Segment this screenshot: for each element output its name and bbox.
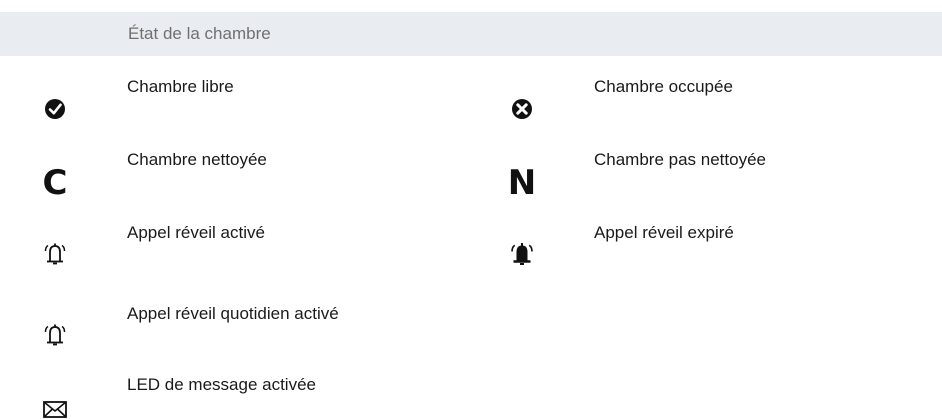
legend-label: LED de message activée [127,375,316,394]
check-circle-icon [35,77,75,121]
section-header: État de la chambre [0,12,942,56]
legend-item-room-cleaned: C Chambre nettoyée [35,150,395,203]
legend-item-room-not-cleaned: N Chambre pas nettoyée [502,150,862,203]
cross-circle-icon [502,77,542,121]
legend-item-room-occupied: Chambre occupée [502,77,862,121]
legend-item-room-free: Chambre libre [35,77,395,121]
letter-c-icon: C [42,163,68,203]
envelope-icon [35,375,75,419]
section-title: État de la chambre [128,24,271,43]
legend-label: Appel réveil quotidien activé [127,304,339,323]
letter-n-icon: N [507,163,537,203]
legend-item-daily-wakeup-active: Appel réveil quotidien activé [35,304,395,348]
legend-item-message-led: LED de message activée [35,375,395,419]
bell-filled-icon [502,223,542,267]
bell-outline-icon [35,304,75,348]
legend-label: Appel réveil activé [127,223,265,242]
legend-label: Chambre nettoyée [127,150,267,169]
legend-label: Chambre occupée [594,77,733,96]
legend-label: Chambre pas nettoyée [594,150,766,169]
legend-label: Appel réveil expiré [594,223,734,242]
legend-item-wakeup-expired: Appel réveil expiré [502,223,862,267]
legend-label: Chambre libre [127,77,234,96]
bell-outline-icon [35,223,75,267]
legend-item-wakeup-active: Appel réveil activé [35,223,395,267]
